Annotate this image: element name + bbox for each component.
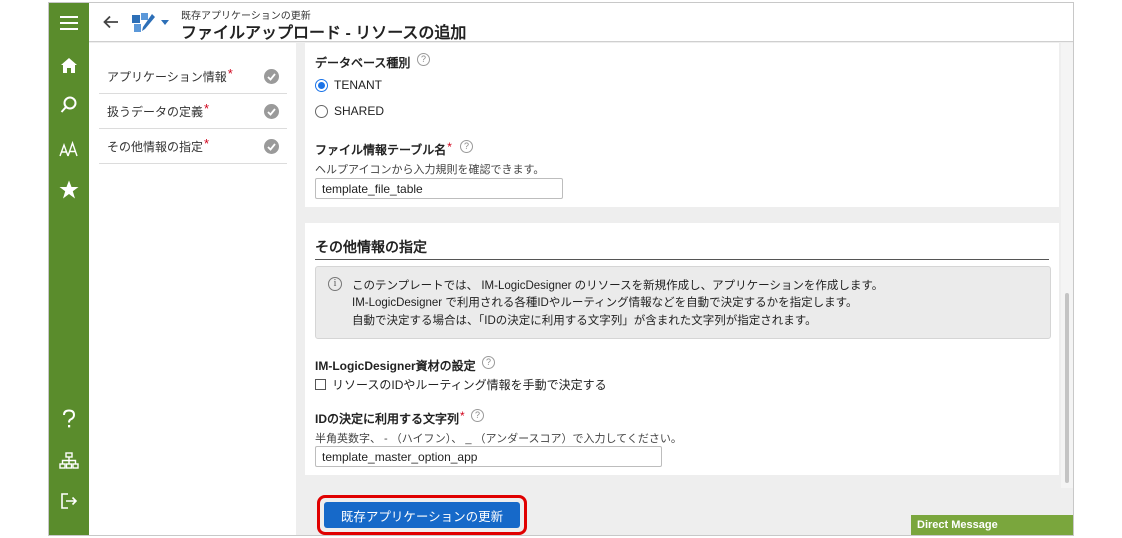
step-application-info[interactable]: アプリケーション情報 * [99,59,287,94]
radio-label: SHARED [334,104,385,118]
radio-shared[interactable]: SHARED [315,104,384,118]
radio-unselected-icon [315,104,328,118]
file-table-input[interactable] [315,178,563,199]
file-table-label-text: ファイル情報テーブル名 [315,143,447,157]
help-icon[interactable]: ? [482,356,495,369]
checkbox-icon [315,379,326,390]
required-mark: * [227,65,233,81]
help-icon[interactable]: ? [417,53,430,66]
check-circle-icon [264,69,279,84]
section-title: その他情報の指定 [315,237,1049,260]
info-line: IM-LogicDesigner で利用される各種IDやルーティング情報などを自… [352,297,858,309]
id-string-label-text: IDの決定に利用する文字列 [315,412,460,426]
direct-message-tab[interactable]: Direct Message [911,515,1073,535]
file-table-hint: ヘルプアイコンから入力規則を確認できます。 [315,164,545,176]
sitemap-icon[interactable] [49,443,89,479]
step-other-info[interactable]: その他情報の指定 * [99,129,287,164]
info-line: このテンプレートでは、 IM-LogicDesigner のリソースを新規作成し… [352,280,884,292]
help-icon[interactable]: ? [460,140,473,153]
page-title: ファイルアップロード - リソースの追加 [181,25,467,42]
check-circle-icon [264,104,279,119]
search-icon[interactable] [49,87,89,123]
required-mark: * [204,100,210,116]
help-icon[interactable] [49,401,89,437]
ld-setting-label: IM-LogicDesigner資材の設定 [315,359,476,373]
main-content: データベース種別 ? TENANT SHARED ファイル情報テーブル名* ? … [297,43,1073,535]
info-line: 自動で決定する場合は、「IDの決定に利用する文字列」が含まれた文字列が指定されま… [352,315,817,327]
step-label: その他情報の指定 [107,139,204,154]
required-mark: * [447,140,452,154]
radio-selected-icon [315,78,328,92]
step-data-definition[interactable]: 扱うデータの定義 * [99,94,287,129]
update-application-button[interactable]: 既存アプリケーションの更新 [324,502,520,528]
id-string-input[interactable] [315,446,662,467]
back-arrow-icon[interactable] [101,12,121,32]
global-nav-rail [49,3,89,535]
other-info-card: その他情報の指定 i このテンプレートでは、 IM-LogicDesigner … [305,223,1059,475]
font-size-icon[interactable] [49,131,89,167]
home-icon[interactable] [49,47,89,83]
logout-icon[interactable] [49,483,89,519]
menu-icon[interactable] [49,5,89,41]
page-header: 既存アプリケーションの更新 ファイルアップロード - リソースの追加 [89,3,1073,42]
manual-id-checkbox[interactable]: リソースのIDやルーティング情報を手動で決定する [315,376,607,393]
check-circle-icon [264,139,279,154]
required-mark: * [460,409,465,423]
submit-highlight: 既存アプリケーションの更新 [317,495,527,535]
app-window: 既存アプリケーションの更新 ファイルアップロード - リソースの追加 アプリケー… [48,2,1074,536]
help-icon[interactable]: ? [471,409,484,422]
radio-tenant[interactable]: TENANT [315,78,382,92]
app-builder-icon[interactable] [131,12,157,34]
step-label: アプリケーション情報 [107,69,227,84]
id-string-label: IDの決定に利用する文字列* [315,409,465,427]
chevron-down-icon[interactable] [161,20,169,25]
wizard-steps: アプリケーション情報 * 扱うデータの定義 * その他情報の指定 * [89,43,296,535]
info-box: i このテンプレートでは、 IM-LogicDesigner のリソースを新規作… [315,266,1051,339]
required-mark: * [204,135,210,151]
info-icon: i [328,277,342,291]
scrollbar[interactable] [1061,43,1073,488]
step-label: 扱うデータの定義 [107,104,204,119]
database-settings-card: データベース種別 ? TENANT SHARED ファイル情報テーブル名* ? … [305,43,1059,207]
star-icon[interactable] [49,171,89,207]
db-type-label: データベース種別 [315,56,411,70]
scrollbar-thumb[interactable] [1065,293,1069,483]
id-string-hint: 半角英数字、 - （ハイフン）、 _ （アンダースコア）で入力してください。 [315,433,682,445]
radio-label: TENANT [334,78,382,92]
file-table-label: ファイル情報テーブル名* [315,140,452,158]
checkbox-label: リソースのIDやルーティング情報を手動で決定する [332,378,607,392]
